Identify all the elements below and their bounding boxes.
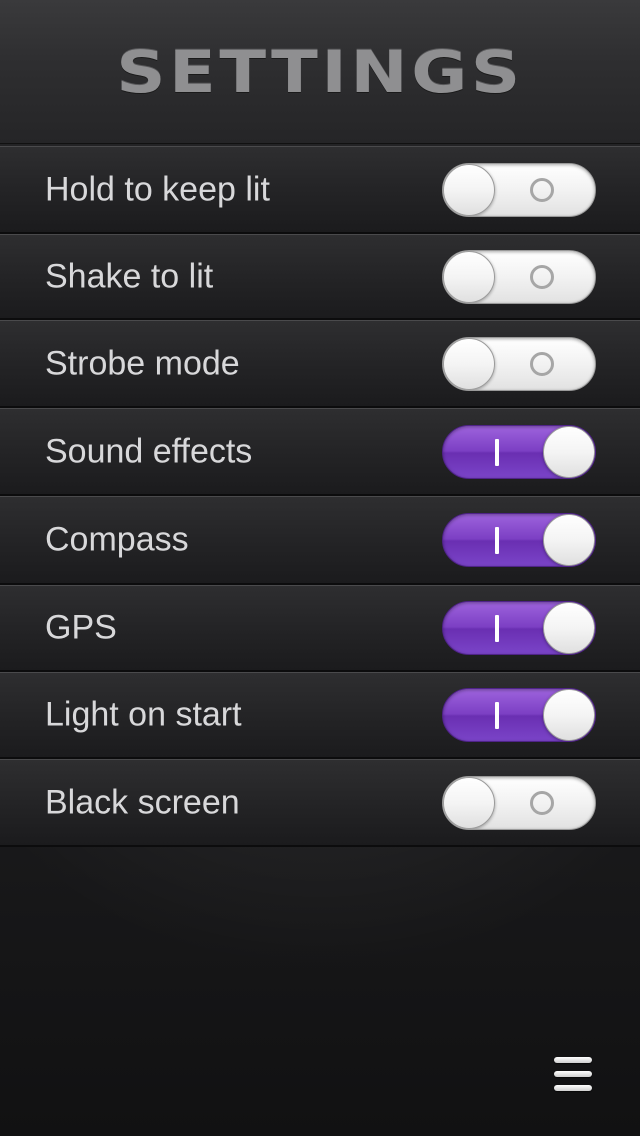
- toggle-knob: [443, 776, 495, 829]
- setting-label: GPS: [45, 608, 117, 647]
- header-bar: SETTINGS: [0, 0, 640, 144]
- setting-label: Hold to keep lit: [45, 170, 270, 208]
- settings-row-shake-to-lit: Shake to lit: [0, 234, 640, 320]
- settings-list: Hold to keep lit Shake to lit Strobe mod…: [0, 146, 640, 847]
- menu-bar-top: [554, 1057, 592, 1063]
- toggle-switch[interactable]: [442, 162, 596, 217]
- toggle-on-indicator-icon: [495, 615, 499, 642]
- toggle-off-indicator-icon: [530, 351, 554, 376]
- toggle-on-indicator-icon: [495, 702, 499, 729]
- toggle-knob: [543, 602, 595, 654]
- toggle-knob: [443, 163, 495, 216]
- setting-label: Sound effects: [45, 432, 253, 470]
- toggle-switch[interactable]: [442, 601, 596, 655]
- toggle-off-indicator-icon: [530, 264, 554, 289]
- settings-screen: SETTINGS Hold to keep lit Shake to lit S…: [0, 0, 640, 1136]
- toggle-switch[interactable]: [442, 688, 596, 742]
- toggle-knob: [443, 337, 495, 390]
- settings-row-sound-effects: Sound effects: [0, 408, 640, 496]
- setting-label: Shake to lit: [45, 257, 214, 295]
- settings-row-light-on-start: Light on start: [0, 672, 640, 759]
- page-title: SETTINGS: [116, 38, 524, 106]
- settings-row-compass: Compass: [0, 496, 640, 585]
- toggle-off-indicator-icon: [530, 177, 554, 202]
- toggle-switch[interactable]: [442, 775, 596, 830]
- settings-row-hold-to-keep-lit: Hold to keep lit: [0, 146, 640, 234]
- settings-row-black-screen: Black screen: [0, 759, 640, 847]
- menu-bar-bottom: [554, 1085, 592, 1091]
- toggle-knob: [543, 514, 595, 566]
- toggle-knob: [543, 689, 595, 741]
- setting-label: Light on start: [45, 695, 242, 734]
- toggle-on-indicator-icon: [495, 438, 499, 466]
- toggle-switch[interactable]: [442, 336, 596, 391]
- hamburger-menu-icon[interactable]: [554, 1057, 594, 1093]
- setting-label: Compass: [45, 520, 189, 559]
- setting-label: Strobe mode: [45, 344, 240, 382]
- menu-bar-middle: [554, 1071, 592, 1077]
- settings-row-strobe-mode: Strobe mode: [0, 320, 640, 408]
- toggle-switch[interactable]: [442, 513, 596, 567]
- toggle-off-indicator-icon: [530, 790, 554, 815]
- toggle-switch[interactable]: [442, 424, 596, 479]
- toggle-on-indicator-icon: [495, 527, 499, 554]
- toggle-knob: [443, 250, 495, 303]
- toggle-knob: [543, 425, 595, 478]
- toggle-switch[interactable]: [442, 249, 596, 304]
- settings-row-gps: GPS: [0, 585, 640, 672]
- setting-label: Black screen: [45, 783, 240, 821]
